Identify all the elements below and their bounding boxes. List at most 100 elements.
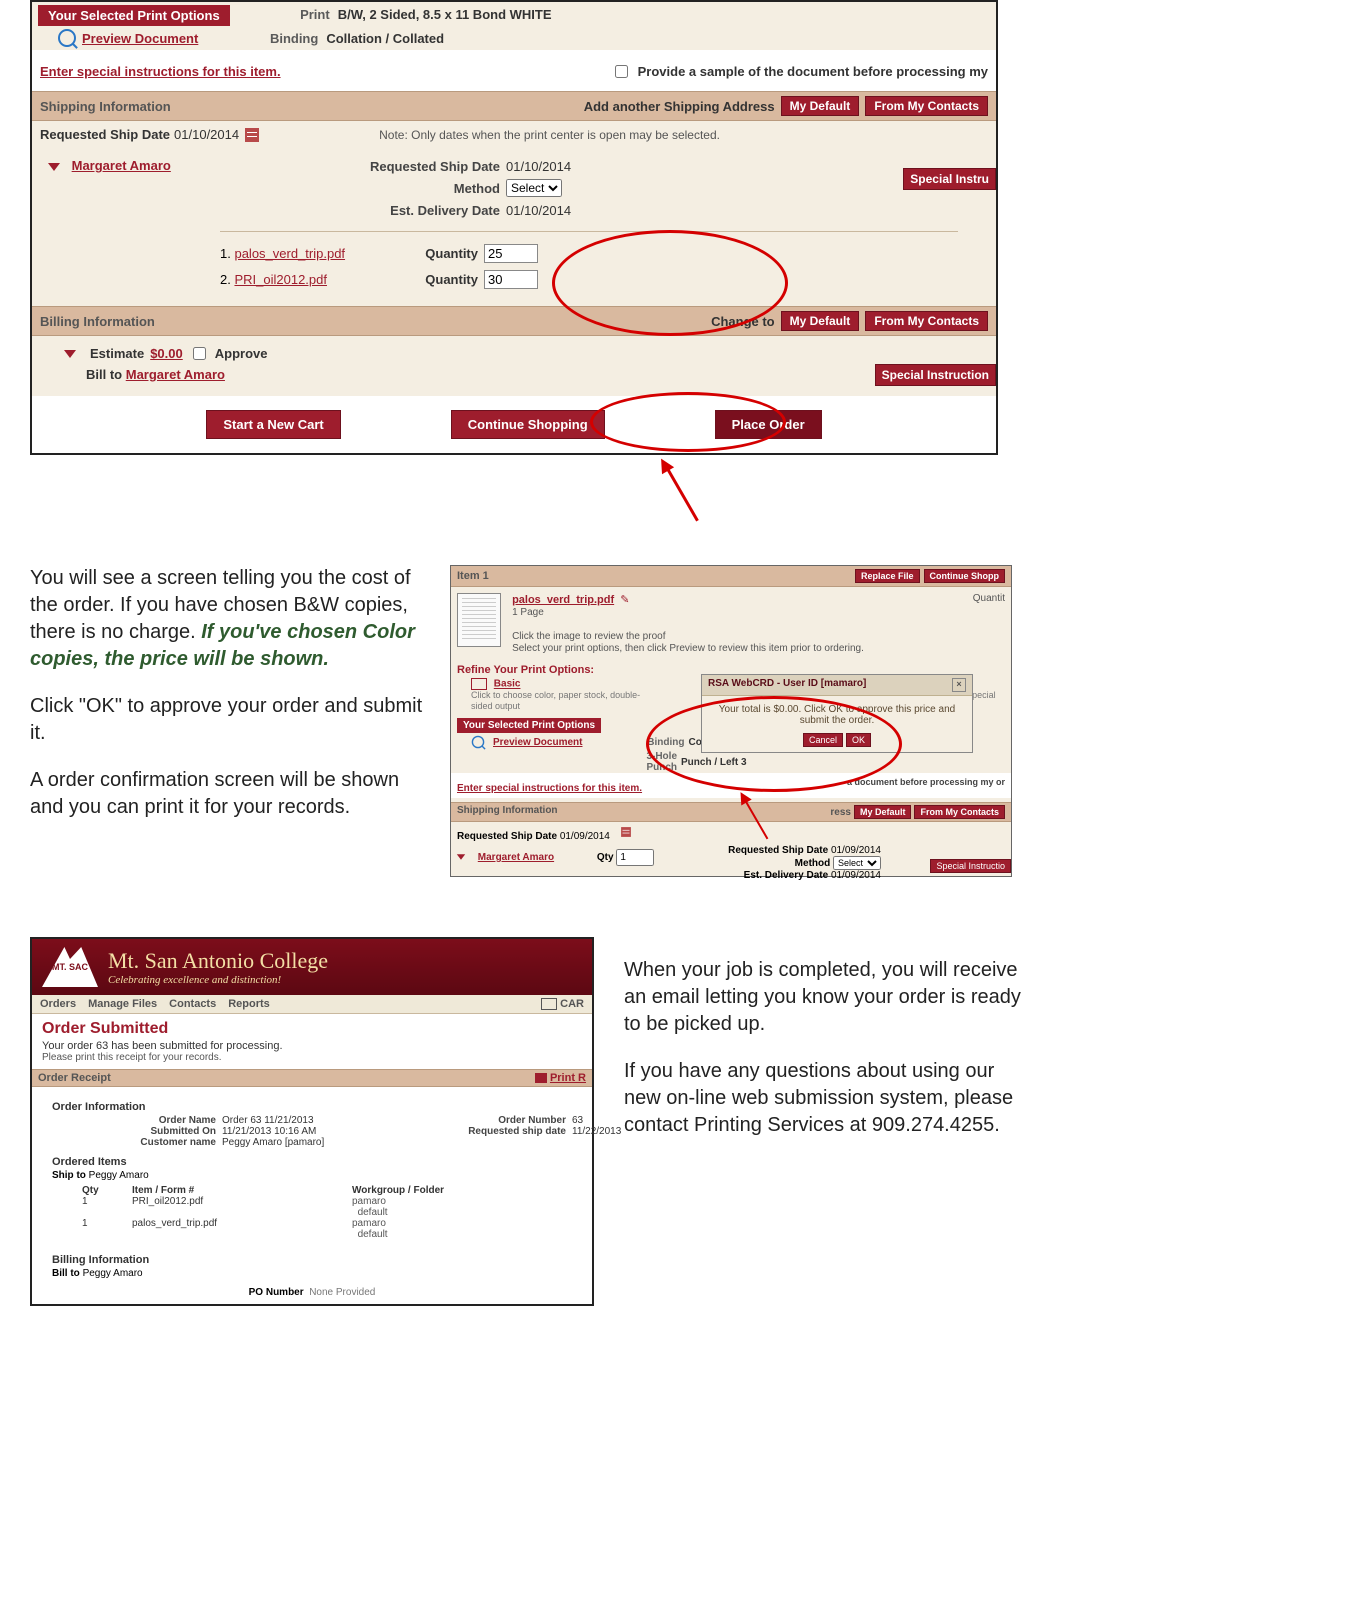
est-delivery-label: Est. Delivery Date: [320, 203, 500, 218]
binding-value: Collation / Collated: [326, 31, 444, 46]
submitted-value: 11/21/2013 10:16 AM: [222, 1126, 422, 1137]
special-instructions-button[interactable]: Special Instructio: [930, 859, 1011, 873]
method-select[interactable]: Select: [506, 179, 562, 197]
est-date: 01/09/2014: [831, 870, 881, 881]
estimate-label: Estimate: [90, 346, 144, 361]
special-instructions-button[interactable]: Special Instru: [903, 168, 996, 190]
print-options-row: Your Selected Print Options Print B/W, 2…: [32, 2, 996, 26]
nav-contacts[interactable]: Contacts: [169, 998, 216, 1010]
special-instructions-button[interactable]: Special Instruction: [875, 364, 996, 386]
basic-desc: Click to choose color, paper stock, doub…: [471, 690, 640, 711]
paragraph: If you have any questions about using ou…: [624, 1058, 1024, 1139]
calendar-icon[interactable]: [621, 827, 631, 837]
billing-body: Estimate $0.00 Approve Bill to Margaret …: [32, 336, 996, 396]
annotation-arrow: [664, 465, 699, 522]
sample-checkbox[interactable]: [615, 65, 628, 78]
from-contacts-button[interactable]: From My Contacts: [865, 96, 988, 116]
calendar-icon[interactable]: [245, 128, 259, 142]
refine-basic[interactable]: Basic Click to choose color, paper stock…: [471, 678, 660, 712]
cart-screenshot: Your Selected Print Options Print B/W, 2…: [30, 0, 998, 455]
expand-icon[interactable]: [457, 855, 465, 861]
receipt-bar: Order Receipt Print R: [32, 1069, 592, 1087]
place-order-button[interactable]: Place Order: [715, 410, 822, 439]
ship-date-row: Requested Ship Date 01/09/2014: [451, 822, 1011, 845]
customer-link[interactable]: Margaret Amaro: [72, 158, 171, 173]
est-label: Est. Delivery Date: [744, 870, 829, 881]
item-folder: default: [358, 1229, 388, 1240]
shipping-body: Margaret Amaro Qty Requested Ship Date 0…: [451, 845, 1011, 876]
billing-header: Billing Information: [40, 314, 155, 329]
my-default-button[interactable]: My Default: [781, 96, 860, 116]
req-ship-label: Requested ship date: [422, 1126, 572, 1137]
quantity-input[interactable]: [484, 270, 538, 289]
start-new-cart-button[interactable]: Start a New Cart: [206, 410, 340, 439]
nav-bar: Orders Manage Files Contacts Reports CAR: [32, 995, 592, 1014]
est-delivery-date: 01/10/2014: [506, 203, 571, 218]
file-index: 1.: [220, 246, 231, 261]
method-label: Method: [320, 181, 500, 196]
file-link[interactable]: palos_verd_trip.pdf: [512, 594, 614, 606]
action-buttons-row: Start a New Cart Continue Shopping Place…: [32, 396, 996, 453]
preview-document-link[interactable]: Preview Document: [82, 31, 198, 46]
close-icon[interactable]: ×: [952, 678, 966, 692]
estimate-value[interactable]: $0.00: [150, 346, 183, 361]
from-contacts-button[interactable]: From My Contacts: [865, 311, 988, 331]
expand-icon[interactable]: [48, 163, 60, 171]
cancel-button[interactable]: Cancel: [803, 733, 843, 747]
binding-label: Binding: [248, 31, 318, 46]
files-block: 1. palos_verd_trip.pdf Quantity 2. PRI_o…: [220, 231, 958, 292]
special-instructions-link[interactable]: Enter special instructions for this item…: [40, 64, 281, 79]
item-row: 1 palos_verd_trip.pdf pamaro default: [82, 1218, 582, 1240]
preview-row: Preview Document Binding Collation / Col…: [32, 26, 996, 50]
hint1: Click the image to review the proof: [512, 631, 665, 642]
quantity-header: Quantit: [973, 593, 1005, 604]
shipping-header: Shipping Information: [457, 805, 558, 819]
item-row: 1 PRI_oil2012.pdf pamaro default: [82, 1196, 582, 1218]
ok-button[interactable]: OK: [846, 733, 871, 747]
approve-checkbox[interactable]: [193, 347, 206, 360]
qty-label: Qty: [597, 852, 614, 863]
approve-label: Approve: [215, 346, 268, 361]
college-name: Mt. San Antonio College: [108, 948, 328, 974]
document-thumbnail-icon[interactable]: [457, 593, 501, 647]
cart-link[interactable]: CAR: [541, 998, 584, 1010]
nav-reports[interactable]: Reports: [228, 998, 270, 1010]
order-number-label: Order Number: [422, 1115, 572, 1126]
item-workgroup: pamaro: [352, 1196, 386, 1207]
replace-file-button[interactable]: Replace File: [855, 569, 920, 583]
print-receipt-link[interactable]: Print R: [535, 1072, 586, 1084]
expand-icon[interactable]: [64, 350, 76, 358]
continue-shopping-button[interactable]: Continue Shopping: [451, 410, 605, 439]
sample-checkbox-group: Provide a sample of the document before …: [611, 62, 988, 81]
item-qty: 1: [82, 1218, 132, 1240]
add-shipping-label: Add another Shipping Address: [584, 99, 775, 114]
ship-date-row: Requested Ship Date 01/10/2014 Note: Onl…: [32, 121, 996, 148]
file-link[interactable]: PRI_oil2012.pdf: [234, 272, 327, 287]
my-default-button[interactable]: My Default: [781, 311, 860, 331]
special-instructions-link[interactable]: Enter special instructions for this item…: [451, 777, 648, 794]
req-ship-date-label: Requested Ship Date: [40, 127, 170, 142]
ship-date-note: Note: Only dates when the print center i…: [379, 128, 720, 142]
item-folder: default: [358, 1207, 388, 1218]
edit-icon[interactable]: ✎: [617, 594, 629, 606]
nav-orders[interactable]: Orders: [40, 998, 76, 1010]
file-index: 2.: [220, 272, 231, 287]
preview-document-link[interactable]: Preview Document: [493, 737, 582, 748]
continue-shopping-button[interactable]: Continue Shopp: [924, 569, 1006, 583]
billto-link[interactable]: Margaret Amaro: [126, 367, 225, 382]
item-body: palos_verd_trip.pdf ✎ 1 Page Click the i…: [451, 587, 1011, 660]
shipping-header: Shipping Information: [40, 99, 171, 114]
confirm-dialog: RSA WebCRD - User ID [mamaro] × Your tot…: [701, 674, 973, 753]
confirm-sub2: Please print this receipt for your recor…: [42, 1052, 582, 1063]
file-link[interactable]: palos_verd_trip.pdf: [234, 246, 345, 261]
college-tagline: Celebrating excellence and distinction!: [108, 974, 328, 986]
dialog-screenshot: Item 1 Replace File Continue Shopp palos…: [450, 565, 1012, 877]
method-select[interactable]: Select: [833, 856, 881, 870]
col-qty: Qty: [82, 1185, 132, 1196]
my-default-button[interactable]: My Default: [854, 805, 912, 819]
from-contacts-button[interactable]: From My Contacts: [914, 805, 1005, 819]
quantity-input[interactable]: [484, 244, 538, 263]
customer-link[interactable]: Margaret Amaro: [478, 852, 554, 863]
magnifier-icon: [58, 29, 76, 47]
nav-manage-files[interactable]: Manage Files: [88, 998, 157, 1010]
